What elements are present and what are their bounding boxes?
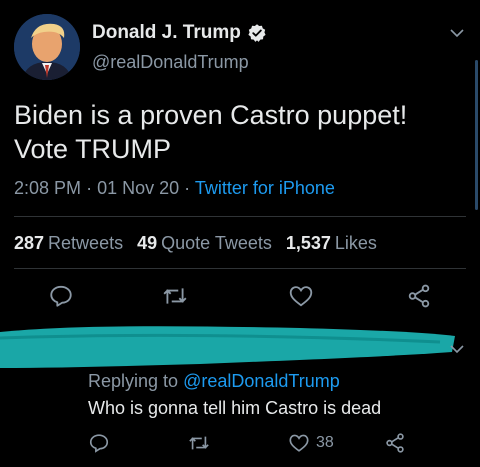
verified-badge-icon xyxy=(248,24,266,42)
tweet-meta: 2:08 PM · 01 Nov 20 · Twitter for iPhone xyxy=(14,178,335,199)
reply-actions: 38 xyxy=(0,432,480,456)
like-icon[interactable] xyxy=(288,432,310,454)
chevron-down-icon[interactable] xyxy=(450,28,464,38)
display-name[interactable]: Donald J. Trump xyxy=(92,22,241,44)
likes-stat[interactable]: 1,537 Likes xyxy=(286,233,377,254)
replying-to: Replying to @realDonaldTrump xyxy=(88,371,340,392)
main-tweet: Donald J. Trump @realDonaldTrump Biden i… xyxy=(0,0,480,320)
tweet-date[interactable]: 01 Nov 20 xyxy=(97,178,179,198)
chevron-down-icon[interactable] xyxy=(450,344,464,354)
tweet-text: Biden is a proven Castro puppet! Vote TR… xyxy=(14,98,464,166)
avatar[interactable] xyxy=(14,14,80,80)
scrollbar[interactable] xyxy=(475,60,478,210)
tweet-source[interactable]: Twitter for iPhone xyxy=(195,178,335,198)
retweet-icon[interactable] xyxy=(162,283,188,309)
divider xyxy=(14,216,466,217)
quote-tweets-stat[interactable]: 49 Quote Tweets xyxy=(137,233,272,254)
tweet-time[interactable]: 2:08 PM xyxy=(14,178,81,198)
reply-text: Who is gonna tell him Castro is dead xyxy=(88,398,382,418)
divider xyxy=(14,268,466,269)
replying-to-mention[interactable]: @realDonaldTrump xyxy=(183,371,340,391)
tweet-text-line-1: Biden is a proven Castro puppet! xyxy=(14,100,408,130)
author-handle[interactable]: @realDonaldTrump xyxy=(92,52,249,73)
share-icon[interactable] xyxy=(384,432,406,454)
like-icon[interactable] xyxy=(288,283,314,309)
retweet-icon[interactable] xyxy=(188,432,210,454)
tweet-text-line-2: Vote TRUMP xyxy=(14,134,172,164)
redaction-scribble xyxy=(0,326,455,368)
reply-icon[interactable] xyxy=(88,432,110,454)
reply-icon[interactable] xyxy=(48,283,74,309)
share-icon[interactable] xyxy=(406,283,432,309)
retweets-stat[interactable]: 287 Retweets xyxy=(14,233,123,254)
meta-separator: · xyxy=(184,178,195,198)
author-name-row[interactable]: Donald J. Trump xyxy=(92,22,267,44)
tweet-stats: 287 Retweets 49 Quote Tweets 1,537 Likes xyxy=(14,233,377,254)
reply-like-count: 38 xyxy=(316,434,334,451)
replying-to-label: Replying to xyxy=(88,371,179,391)
tweet-actions xyxy=(0,283,480,313)
meta-separator: · xyxy=(86,178,98,198)
